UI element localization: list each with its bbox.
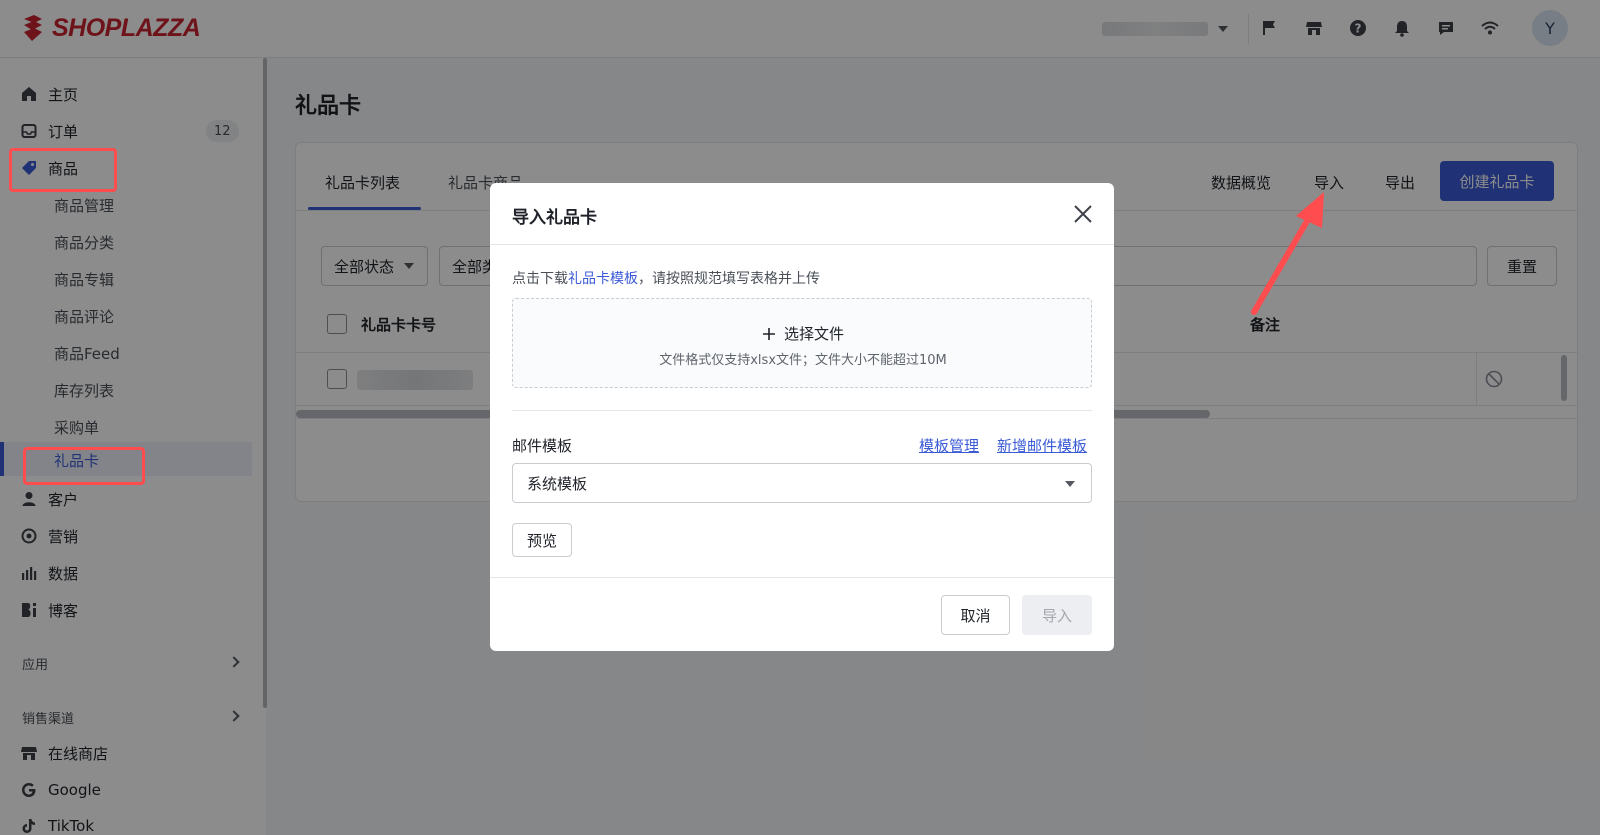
choose-file-row: 选择文件 (513, 323, 1093, 344)
import-gift-card-dialog: 导入礼品卡 点击下载礼品卡模板，请按照规范填写表格并上传 选择文件 文件格式仅支… (490, 183, 1114, 651)
download-hint: 点击下载礼品卡模板，请按照规范填写表格并上传 (512, 268, 820, 288)
section-divider (512, 410, 1092, 411)
close-icon[interactable] (1072, 203, 1094, 225)
hint-prefix: 点击下载 (512, 271, 568, 287)
plus-icon (762, 327, 775, 340)
email-template-select[interactable]: 系统模板 (512, 463, 1092, 503)
chevron-down-icon (1065, 481, 1075, 487)
dialog-title: 导入礼品卡 (512, 208, 597, 228)
preview-button[interactable]: 预览 (512, 523, 572, 557)
file-requirements: 文件格式仅支持xlsx文件；文件大小不能超过10M (659, 353, 947, 368)
new-email-template-link[interactable]: 新增邮件模板 (997, 435, 1087, 456)
manage-templates-link[interactable]: 模板管理 (919, 435, 979, 456)
import-confirm-button[interactable]: 导入 (1022, 595, 1092, 635)
email-template-label: 邮件模板 (512, 437, 573, 455)
cancel-button[interactable]: 取消 (941, 595, 1010, 635)
choose-file-label: 选择文件 (783, 325, 844, 343)
annotation-highlight-products (9, 148, 117, 192)
file-dropzone[interactable]: 选择文件 文件格式仅支持xlsx文件；文件大小不能超过10M (512, 298, 1092, 388)
annotation-highlight-gift-card (23, 447, 145, 485)
dialog-footer-divider (490, 577, 1114, 578)
annotation-arrow-icon (1251, 192, 1324, 315)
dialog-header-divider (490, 244, 1114, 245)
download-template-link[interactable]: 礼品卡模板 (568, 271, 638, 287)
hint-suffix: ，请按照规范填写表格并上传 (638, 271, 820, 287)
email-template-value: 系统模板 (527, 474, 588, 493)
